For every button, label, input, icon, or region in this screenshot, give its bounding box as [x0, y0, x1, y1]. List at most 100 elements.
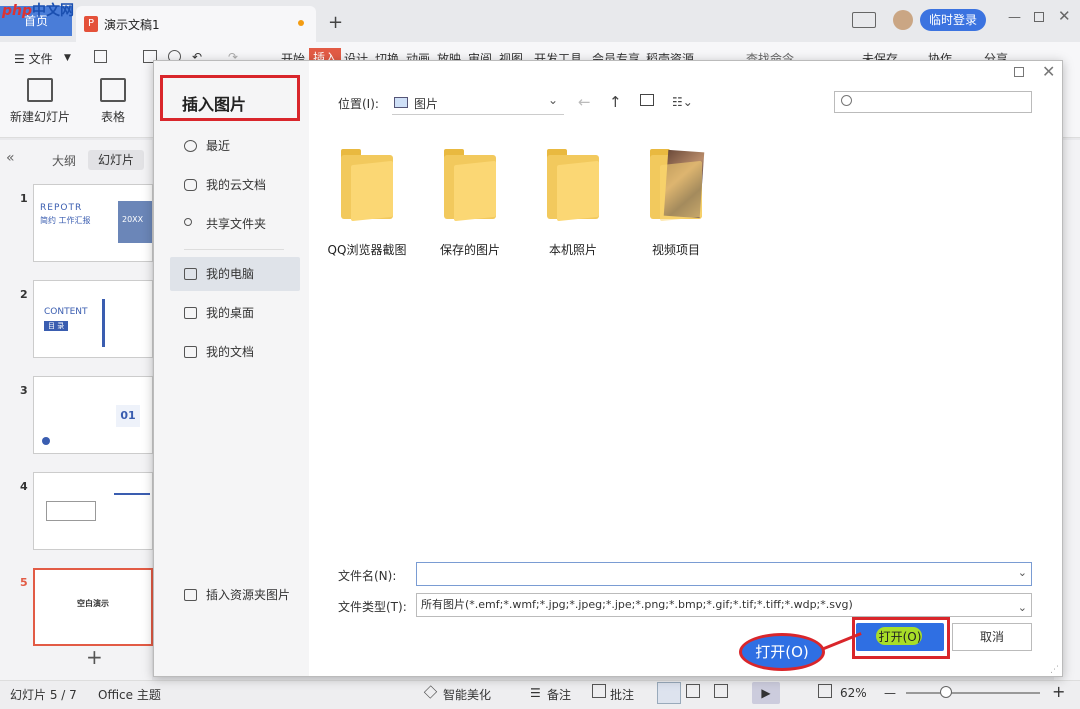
slide2-subtitle: 目 录 [44, 321, 69, 331]
new-slide-icon [27, 78, 53, 102]
folder-icon [547, 149, 599, 222]
minimize-icon[interactable]: — [1008, 10, 1021, 25]
table-button[interactable]: 表格 [100, 78, 126, 125]
location-dropdown[interactable]: 图片 ⌄ [392, 91, 564, 115]
zoom-out-icon[interactable]: — [884, 686, 896, 700]
nav-cloud-docs[interactable]: 我的云文档 [170, 168, 300, 202]
folder-saved-pictures[interactable]: 保存的图片 [430, 149, 510, 258]
resize-grip-icon[interactable]: ⋰ [1050, 665, 1059, 675]
file-menu[interactable]: ☰ 文件 [14, 50, 53, 67]
slide3-number: 01 [116, 405, 140, 427]
layout-icon[interactable] [852, 12, 876, 28]
grid-view-icon[interactable] [686, 684, 700, 698]
insert-picture-dialog: 插入图片 最近 我的云文档 共享文件夹 我的电脑 我的桌面 我的文档 插入资源夹… [153, 60, 1063, 677]
slide2-list [102, 299, 132, 347]
new-tab-button[interactable]: + [328, 12, 343, 33]
slide-number: 5 [20, 576, 28, 589]
up-arrow-icon[interactable]: ↑ [609, 93, 622, 111]
zoom-in-icon[interactable]: + [1052, 682, 1065, 701]
slide-thumbnail-5[interactable]: 空白演示 [33, 568, 153, 646]
tab-slides[interactable]: 幻灯片 [88, 150, 144, 170]
desktop-icon [184, 307, 197, 319]
slide1-subtitle: 简约 工作汇报 [40, 216, 91, 225]
folder-camera-roll[interactable]: 本机照片 [533, 149, 613, 258]
close-icon[interactable]: ✕ [1058, 7, 1071, 25]
search-input[interactable] [834, 91, 1032, 113]
dialog-title: 插入图片 [182, 95, 247, 114]
clock-icon [184, 140, 197, 152]
cancel-button[interactable]: 取消 [952, 623, 1032, 651]
pictures-folder-icon [394, 97, 408, 108]
folder-video-projects[interactable]: 视频项目 [636, 149, 716, 258]
chevron-down-icon: ⌄ [1017, 597, 1027, 616]
zoom-level[interactable]: 62% [840, 686, 867, 700]
zoom-slider[interactable] [906, 692, 1040, 694]
slide5-title: 空白演示 [77, 599, 109, 608]
filetype-label: 文件类型(T): [338, 600, 407, 614]
zoom-slider-handle[interactable] [940, 686, 952, 698]
fit-icon[interactable] [818, 684, 832, 698]
slide1-title: REPOTR [40, 203, 83, 213]
monitor-icon [184, 268, 197, 280]
normal-view-icon[interactable] [657, 682, 681, 704]
nav-my-computer[interactable]: 我的电脑 [170, 257, 300, 291]
comment-icon [592, 684, 606, 698]
comments-button[interactable]: 批注 [610, 686, 634, 703]
reading-view-icon[interactable] [714, 684, 728, 698]
view-mode-icon[interactable]: ☷⌄ [672, 95, 693, 109]
nav-shared-folder[interactable]: 共享文件夹 [170, 207, 300, 241]
location-label: 位置(I): [338, 97, 379, 111]
dialog-close-icon[interactable]: ✕ [1042, 62, 1055, 81]
beautify-button[interactable]: 智能美化 [443, 686, 491, 703]
table-icon [100, 78, 126, 102]
slide-number: 2 [20, 288, 28, 301]
folder-icon [650, 149, 705, 222]
back-arrow-icon[interactable]: ← [578, 93, 591, 111]
filename-label: 文件名(N): [338, 569, 397, 583]
slide-thumbnail-3[interactable]: 01 [33, 376, 153, 454]
new-folder-icon[interactable] [640, 94, 654, 106]
chevron-down-icon: ⌄ [548, 93, 559, 107]
document-title: 演示文稿1 [104, 18, 160, 32]
slide-thumbnail-4[interactable] [33, 472, 153, 550]
image-folder-icon [184, 589, 197, 601]
avatar[interactable] [893, 10, 913, 30]
slide-thumbnail-2[interactable]: CONTENT 目 录 [33, 280, 153, 358]
add-slide-button[interactable]: + [86, 645, 103, 669]
location-value: 图片 [414, 97, 439, 111]
play-icon[interactable]: ▶ [752, 682, 780, 704]
folder-icon [444, 149, 496, 222]
nav-recent[interactable]: 最近 [170, 129, 300, 163]
folder-icon [184, 346, 197, 358]
document-tab[interactable]: P 演示文稿1 [76, 6, 316, 42]
folder-qq-screenshots[interactable]: QQ浏览器截图 [327, 149, 407, 258]
cube-icon [184, 179, 197, 191]
theme-name[interactable]: Office 主题 [98, 686, 161, 703]
chevron-down-icon[interactable]: ▼ [64, 53, 71, 63]
login-button[interactable]: 临时登录 [920, 9, 986, 31]
slide-thumbnail-1[interactable]: REPOTR 简约 工作汇报 20XX [33, 184, 153, 262]
open-button-label[interactable]: 打开(O) [856, 623, 944, 651]
share-icon [184, 218, 192, 226]
filename-input[interactable]: ⌄ [416, 562, 1032, 586]
nav-resource-folder[interactable]: 插入资源夹图片 [170, 578, 300, 612]
search-icon [841, 95, 852, 106]
filetype-select[interactable]: 所有图片(*.emf;*.wmf;*.jpg;*.jpeg;*.jpe;*.pn… [416, 593, 1032, 617]
collapse-panel-icon[interactable]: « [6, 150, 15, 166]
notes-button[interactable]: 备注 [547, 686, 571, 703]
slide2-title: CONTENT [44, 307, 88, 317]
nav-desktop[interactable]: 我的桌面 [170, 296, 300, 330]
save-icon[interactable] [94, 50, 107, 63]
tab-outline[interactable]: 大纲 [52, 152, 76, 169]
slide1-year: 20XX [122, 215, 144, 224]
slide-number: 3 [20, 384, 28, 397]
new-slide-button[interactable]: 新建幻灯片 [10, 78, 70, 125]
nav-my-documents[interactable]: 我的文档 [170, 335, 300, 369]
slide4-image [46, 501, 96, 521]
dialog-maximize-icon[interactable] [1014, 67, 1024, 77]
maximize-icon[interactable] [1034, 12, 1044, 22]
slide-number: 1 [20, 192, 28, 205]
unsaved-dot-icon [298, 20, 304, 26]
presentation-icon: P [84, 16, 98, 32]
slide-position: 幻灯片 5 / 7 [10, 688, 77, 702]
